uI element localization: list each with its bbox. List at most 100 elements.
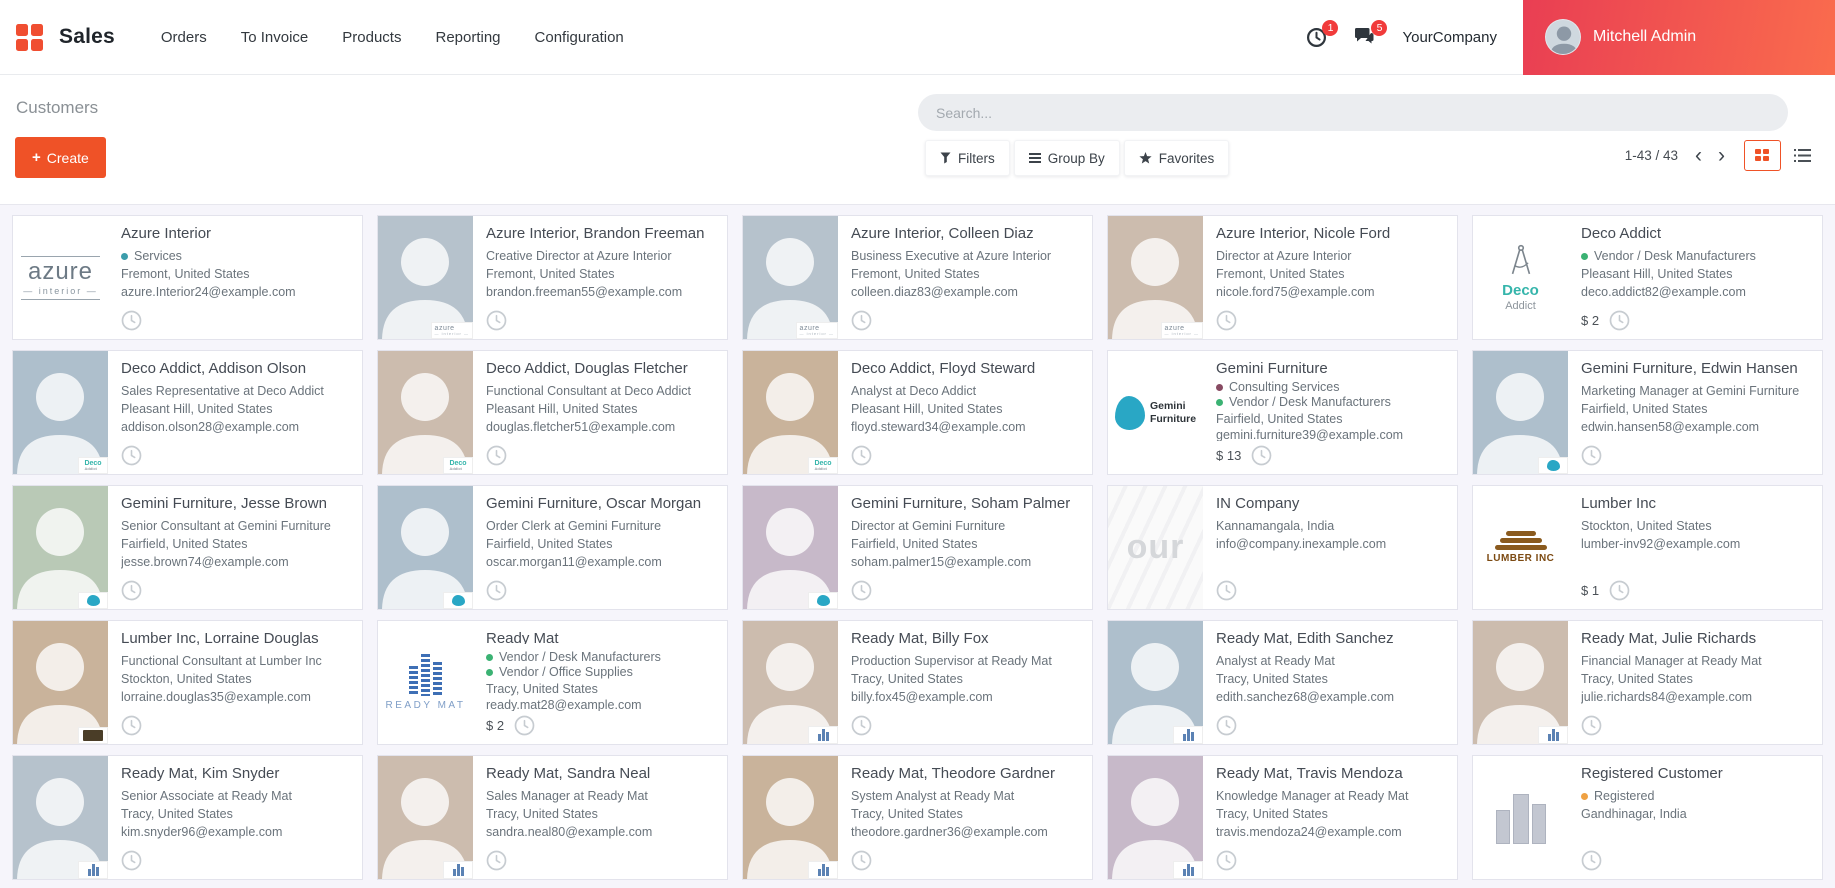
activity-clock-icon[interactable] [851, 310, 872, 331]
activity-clock-icon[interactable] [1581, 850, 1602, 871]
user-menu[interactable]: Mitchell Admin [1523, 0, 1835, 75]
app-name[interactable]: Sales [59, 25, 115, 49]
customer-card[interactable]: Gemini Furniture, Jesse Brown Senior Cons… [12, 485, 363, 610]
job-title: Business Executive at Azure Interior [851, 249, 1052, 263]
favorites-button[interactable]: Favorites [1123, 140, 1230, 176]
activity-clock-icon[interactable] [486, 310, 507, 331]
activity-clock-icon[interactable] [121, 715, 142, 736]
activity-clock-icon[interactable] [1609, 310, 1630, 331]
menu-item-orders[interactable]: Orders [159, 23, 209, 52]
apps-grid-icon[interactable] [16, 23, 43, 51]
customer-card[interactable]: Registered Customer Registered Gandhinagar… [1472, 755, 1823, 880]
activity-clock-icon[interactable] [486, 580, 507, 601]
activity-clock-icon[interactable] [121, 445, 142, 466]
customer-card[interactable]: LUMBER INC Lumber Inc Stockton, United Sta… [1472, 485, 1823, 610]
customer-card[interactable]: azure — interior — Azure Interior, Brandon… [377, 215, 728, 340]
customer-card[interactable]: Gemini Furniture, Oscar Morgan Order Cler… [377, 485, 728, 610]
activity-clock-icon[interactable] [1251, 445, 1272, 466]
activity-clock-icon[interactable] [121, 850, 142, 871]
activity-clock-icon[interactable] [1216, 715, 1237, 736]
breadcrumb[interactable]: Customers [16, 98, 98, 118]
tag-label: Registered [1594, 789, 1655, 803]
contact-photo: Deco Addict [743, 351, 838, 474]
company-badge-readymat [1173, 726, 1203, 744]
customer-card[interactable]: Gemini Furniture, Soham Palmer Director a… [742, 485, 1093, 610]
activity-clock-icon[interactable]: 1 [1306, 19, 1339, 48]
card-title: Gemini Furniture, Edwin Hansen [1581, 360, 1798, 377]
company-badge-azure: azure — interior — [430, 322, 473, 339]
customer-card[interactable]: Ready Mat, Theodore Gardner System Analys… [742, 755, 1093, 880]
menu-item-configuration[interactable]: Configuration [533, 23, 626, 52]
company-switcher[interactable]: YourCompany [1402, 29, 1497, 46]
activity-clock-icon[interactable] [1581, 715, 1602, 736]
activity-clock-icon[interactable] [851, 715, 872, 736]
top-nav: Sales Orders To Invoice Products Reporting C… [0, 0, 1835, 75]
customer-card[interactable]: Ready Mat, Travis Mendoza Knowledge Manag… [1107, 755, 1458, 880]
activity-clock-icon[interactable] [1581, 445, 1602, 466]
activity-clock-icon[interactable] [486, 850, 507, 871]
customer-card[interactable]: Ready Mat, Julie Richards Financial Manag… [1472, 620, 1823, 745]
activity-clock-icon[interactable] [1216, 580, 1237, 601]
menu-item-products[interactable]: Products [340, 23, 403, 52]
activity-clock-icon[interactable] [514, 715, 535, 736]
location: Fairfield, United States [1581, 402, 1708, 417]
menu-item-to-invoice[interactable]: To Invoice [239, 23, 311, 52]
amount-badge: $ 2 [1581, 313, 1600, 328]
activity-clock-icon[interactable] [1216, 310, 1237, 331]
tag-dot [486, 653, 493, 661]
pager-next-icon[interactable]: › [1713, 145, 1730, 166]
messages-icon[interactable]: 5 [1353, 20, 1388, 47]
email: soham.palmer15@example.com [851, 555, 1032, 570]
activity-clock-icon[interactable] [486, 445, 507, 466]
customer-card[interactable]: READY MAT Ready Mat Vendor / Desk Manufact… [377, 620, 728, 745]
customer-card[interactable]: azure — interior — Azure Interior, Nicole … [1107, 215, 1458, 340]
person-photo-placeholder [13, 486, 108, 609]
customer-card[interactable]: Gemini Furniture, Edwin Hansen Marketing … [1472, 350, 1823, 475]
pager-prev-icon[interactable]: ‹ [1690, 145, 1707, 166]
location: Tracy, United States [1216, 807, 1328, 822]
activity-clock-icon[interactable] [121, 310, 142, 331]
location: Stockton, United States [121, 672, 252, 687]
customer-card[interactable]: Deco Addict Deco Addict Vendor / Desk Manuf… [1472, 215, 1823, 340]
activity-clock-icon[interactable] [121, 580, 142, 601]
location: Tracy, United States [1581, 672, 1693, 687]
tag-dot [121, 252, 128, 260]
kanban-view-button[interactable] [1744, 140, 1781, 171]
activity-clock-icon[interactable] [851, 850, 872, 871]
activity-clock-icon[interactable] [851, 580, 872, 601]
email: theodore.gardner36@example.com [851, 825, 1048, 840]
search-input[interactable] [918, 94, 1788, 131]
customer-card[interactable]: azure — interior — Azure Interior Services F… [12, 215, 363, 340]
customer-card[interactable]: Ready Mat, Edith Sanchez Analyst at Ready… [1107, 620, 1458, 745]
email: nicole.ford75@example.com [1216, 285, 1375, 300]
customer-card[interactable]: Ready Mat, Billy Fox Production Superviso… [742, 620, 1093, 745]
email: ready.mat28@example.com [486, 697, 642, 711]
filters-button[interactable]: Filters [925, 140, 1010, 176]
customer-card[interactable]: Deco Addict Deco Addict, Floyd Steward Anal… [742, 350, 1093, 475]
activity-clock-icon[interactable] [1609, 580, 1630, 601]
customer-card[interactable]: Gemini Furniture Gemini Furniture Consultin… [1107, 350, 1458, 475]
create-button[interactable]: + Create [15, 137, 106, 178]
activity-clock-icon[interactable] [1216, 850, 1237, 871]
customer-card[interactable]: Deco Addict Deco Addict, Douglas Fletcher F… [377, 350, 728, 475]
list-view-button[interactable] [1787, 140, 1817, 171]
customer-card[interactable]: our IN Company Kannamangala, India info@com… [1107, 485, 1458, 610]
customer-card[interactable]: Ready Mat, Kim Snyder Senior Associate at… [12, 755, 363, 880]
activity-clock-icon[interactable] [851, 445, 872, 466]
card-title: Azure Interior [121, 225, 212, 242]
contact-photo [13, 756, 108, 879]
company-logo: azure — interior — [13, 216, 108, 339]
job-title: Financial Manager at Ready Mat [1581, 654, 1762, 668]
customer-card[interactable]: Deco Addict Deco Addict, Addison Olson Sale… [12, 350, 363, 475]
tag-label: Vendor / Office Supplies [499, 665, 633, 680]
customer-card[interactable]: azure — interior — Azure Interior, Colleen… [742, 215, 1093, 340]
customer-card[interactable]: Lumber Inc, Lorraine Douglas Functional C… [12, 620, 363, 745]
group-by-button[interactable]: Group By [1013, 140, 1120, 176]
job-title: Production Supervisor at Ready Mat [851, 654, 1052, 668]
card-title: Azure Interior, Colleen Diaz [851, 225, 1034, 242]
building-logo [1495, 792, 1546, 844]
messages-badge: 5 [1371, 20, 1388, 36]
amount-badge: $ 1 [1581, 583, 1600, 598]
menu-item-reporting[interactable]: Reporting [433, 23, 502, 52]
customer-card[interactable]: Ready Mat, Sandra Neal Sales Manager at R… [377, 755, 728, 880]
